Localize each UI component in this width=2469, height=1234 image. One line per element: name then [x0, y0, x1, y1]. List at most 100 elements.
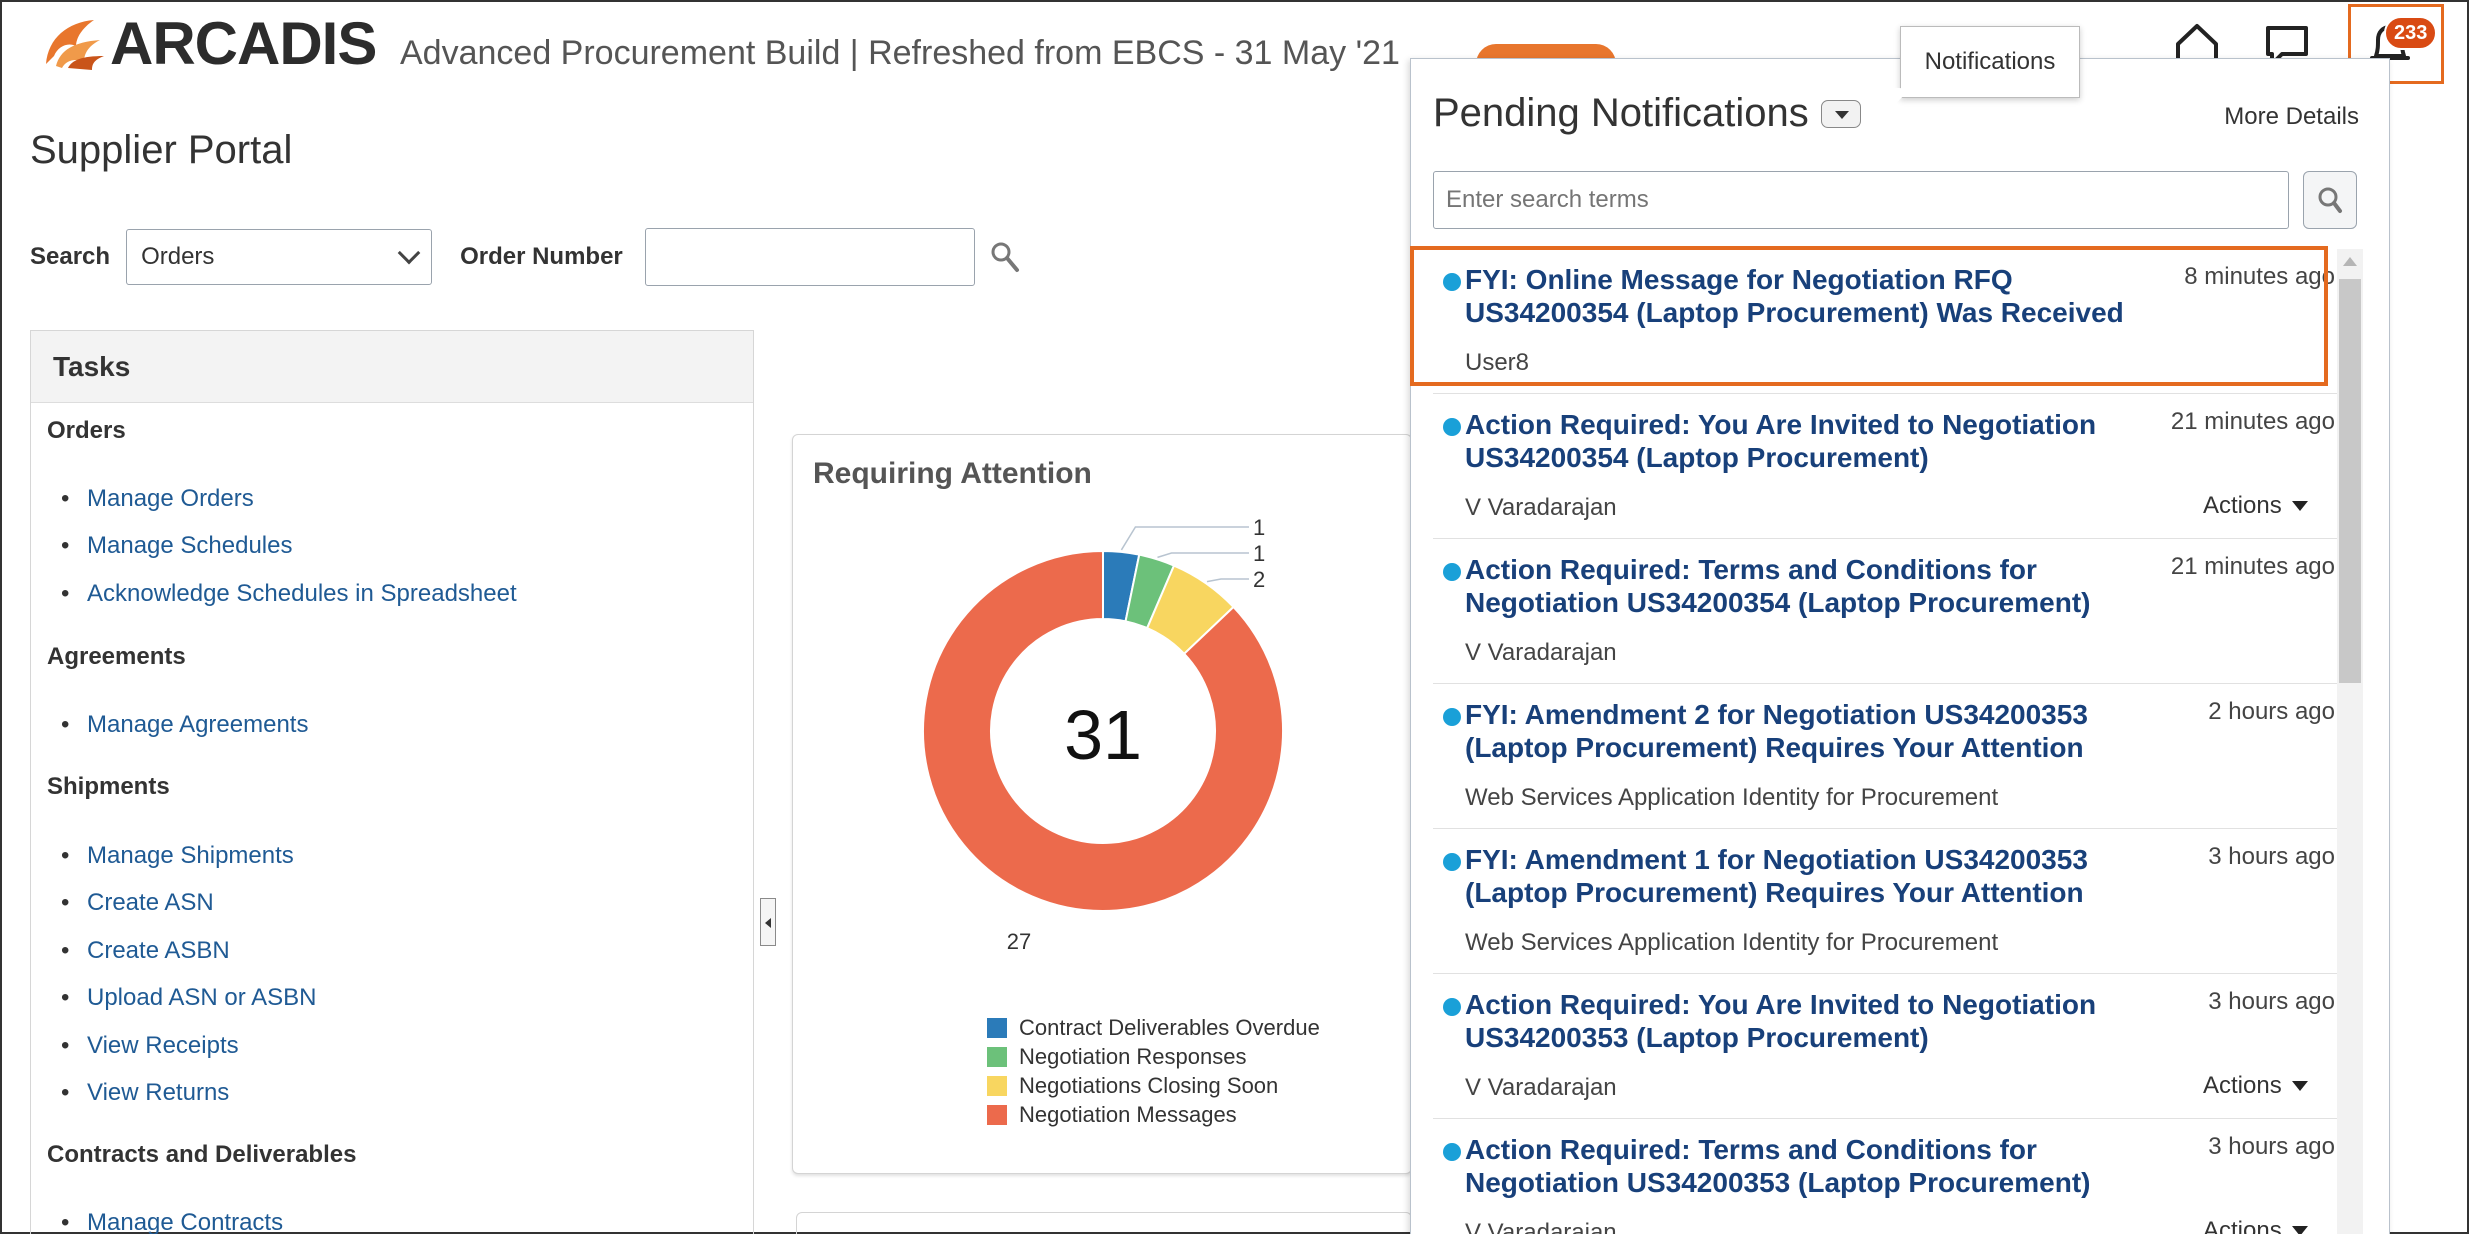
order-number-input[interactable] — [644, 228, 975, 286]
notification-count-badge: 233 — [2384, 16, 2438, 50]
search-row: Search Orders Order Number — [30, 228, 1023, 286]
logo-flame-icon — [46, 20, 104, 70]
leader-line — [1206, 578, 1249, 583]
task-link-view-returns[interactable]: View Returns — [61, 1079, 229, 1107]
notification-title[interactable]: Action Required: You Are Invited to Nego… — [1465, 988, 2145, 1054]
leader-line — [1120, 526, 1249, 551]
requiring-attention-donut-chart[interactable]: 3111227 — [793, 515, 1413, 955]
unread-dot-icon — [1443, 853, 1461, 871]
unread-dot-icon — [1443, 563, 1461, 581]
panel-title-wrap: Pending Notifications — [1433, 91, 1861, 136]
collapse-tasks-handle[interactable] — [760, 898, 776, 946]
selected-notification-highlight — [1410, 246, 2328, 386]
logo-text: ARCADIS — [110, 10, 377, 77]
caret-down-icon — [2291, 501, 2308, 511]
page-title: Supplier Portal — [30, 128, 293, 172]
legend-item[interactable]: Contract Deliverables Overdue — [987, 1013, 1320, 1042]
tasks-section-shipments: Shipments — [47, 773, 170, 800]
actions-label: Actions — [2203, 1072, 2282, 1099]
actions-label: Actions — [2203, 1217, 2282, 1234]
task-link-create-asbn[interactable]: Create ASBN — [61, 937, 230, 965]
search-type-select[interactable]: Orders — [126, 229, 433, 285]
actions-menu-button[interactable]: Actions — [2203, 492, 2308, 520]
legend-item[interactable]: Negotiations Closing Soon — [987, 1071, 1320, 1100]
actions-menu-button[interactable]: Actions — [2203, 1072, 2308, 1100]
notification-title[interactable]: FYI: Amendment 1 for Negotiation US34200… — [1465, 843, 2145, 909]
notification-title[interactable]: Action Required: Terms and Conditions fo… — [1465, 553, 2145, 619]
search-icon — [2318, 187, 2342, 213]
task-link-manage-agreements[interactable]: Manage Agreements — [61, 711, 309, 739]
task-link-manage-contracts[interactable]: Manage Contracts — [61, 1209, 283, 1234]
more-details-link[interactable]: More Details — [2224, 103, 2359, 131]
notification-list: FYI: Online Message for Negotiation RFQ … — [1433, 249, 2337, 1234]
notification-item[interactable]: FYI: Amendment 2 for Negotiation US34200… — [1433, 684, 2337, 829]
donut-value-label: 1 — [1253, 541, 1265, 566]
notification-scrollbar[interactable] — [2337, 249, 2363, 1234]
task-link-manage-orders[interactable]: Manage Orders — [61, 485, 254, 513]
scrollbar-thumb[interactable] — [2339, 279, 2361, 683]
notification-item[interactable]: Action Required: You Are Invited to Nego… — [1433, 394, 2337, 539]
scroll-up-icon[interactable] — [2343, 257, 2357, 266]
notification-item[interactable]: Action Required: You Are Invited to Nego… — [1433, 974, 2337, 1119]
search-icon[interactable] — [989, 240, 1023, 274]
notification-item[interactable]: Action Required: Terms and Conditions fo… — [1433, 539, 2337, 684]
chart-legend: Contract Deliverables Overdue Negotiatio… — [987, 1013, 1320, 1129]
notification-item[interactable]: FYI: Amendment 1 for Negotiation US34200… — [1433, 829, 2337, 974]
notification-sender: V Varadarajan — [1465, 1219, 1617, 1234]
tasks-section-contracts: Contracts and Deliverables — [47, 1141, 357, 1168]
notification-time: 3 hours ago — [2208, 843, 2335, 870]
tasks-title: Tasks — [31, 331, 753, 403]
task-link-manage-shipments[interactable]: Manage Shipments — [61, 842, 294, 870]
arcadis-logo[interactable]: ARCADIS — [42, 10, 377, 77]
chevron-down-icon — [397, 241, 421, 265]
actions-label: Actions — [2203, 492, 2282, 519]
search-label: Search — [30, 243, 111, 270]
legend-swatch — [987, 1075, 1007, 1096]
app-subtitle: Advanced Procurement Build | Refreshed f… — [400, 34, 1400, 72]
task-link-upload-asn[interactable]: Upload ASN or ASBN — [61, 984, 317, 1012]
legend-label: Negotiation Messages — [1019, 1101, 1237, 1127]
task-link-manage-schedules[interactable]: Manage Schedules — [61, 532, 293, 560]
unread-dot-icon — [1443, 1143, 1461, 1161]
actions-menu-button[interactable]: Actions — [2203, 1217, 2308, 1234]
notifications-tooltip: Notifications — [1900, 26, 2080, 98]
notification-title[interactable]: FYI: Amendment 2 for Negotiation US34200… — [1465, 698, 2145, 764]
notification-sender: V Varadarajan — [1465, 639, 1617, 666]
requiring-attention-title: Requiring Attention — [813, 457, 1092, 490]
donut-value-label: 2 — [1253, 567, 1265, 592]
unread-dot-icon — [1443, 998, 1461, 1016]
tasks-panel: Tasks Orders Manage Orders Manage Schedu… — [30, 330, 754, 1234]
unread-dot-icon — [1443, 418, 1461, 436]
donut-center-total: 31 — [1064, 696, 1142, 774]
legend-label: Negotiation Responses — [1019, 1043, 1247, 1069]
legend-item[interactable]: Negotiation Responses — [987, 1042, 1320, 1071]
title-dropdown-icon[interactable] — [1820, 99, 1861, 128]
pending-notifications-title: Pending Notifications — [1433, 91, 1809, 135]
leader-line — [1157, 552, 1249, 559]
notification-time: 2 hours ago — [2208, 698, 2335, 725]
legend-label: Negotiations Closing Soon — [1019, 1072, 1279, 1098]
notification-search-input[interactable] — [1433, 171, 2289, 229]
legend-swatch — [987, 1017, 1007, 1038]
notification-time: 3 hours ago — [2208, 1133, 2335, 1160]
notification-time: 21 minutes ago — [2170, 408, 2335, 435]
donut-value-label: 27 — [1007, 929, 1031, 954]
tasks-section-orders: Orders — [47, 417, 126, 444]
caret-down-icon — [2291, 1226, 2308, 1234]
legend-item[interactable]: Negotiation Messages — [987, 1100, 1320, 1129]
legend-label: Contract Deliverables Overdue — [1019, 1014, 1320, 1040]
notification-sender: Web Services Application Identity for Pr… — [1465, 784, 1999, 811]
notification-item[interactable]: Action Required: Terms and Conditions fo… — [1433, 1119, 2337, 1234]
donut-value-label: 1 — [1253, 515, 1265, 540]
task-link-acknowledge-schedules[interactable]: Acknowledge Schedules in Spreadsheet — [61, 580, 517, 608]
legend-swatch — [987, 1104, 1007, 1125]
pending-notifications-panel: Pending Notifications More Details FYI: … — [1410, 58, 2390, 1234]
notification-title[interactable]: Action Required: Terms and Conditions fo… — [1465, 1133, 2145, 1199]
task-link-view-receipts[interactable]: View Receipts — [61, 1032, 239, 1060]
notification-time: 21 minutes ago — [2170, 553, 2335, 580]
notification-search-button[interactable] — [2303, 171, 2357, 229]
requiring-attention-card: Requiring Attention 31 1 1 2 27 Contract Del… — [792, 434, 1412, 1174]
notification-title[interactable]: Action Required: You Are Invited to Nego… — [1465, 408, 2145, 474]
task-link-create-asn[interactable]: Create ASN — [61, 889, 214, 917]
notification-time: 3 hours ago — [2208, 988, 2335, 1015]
